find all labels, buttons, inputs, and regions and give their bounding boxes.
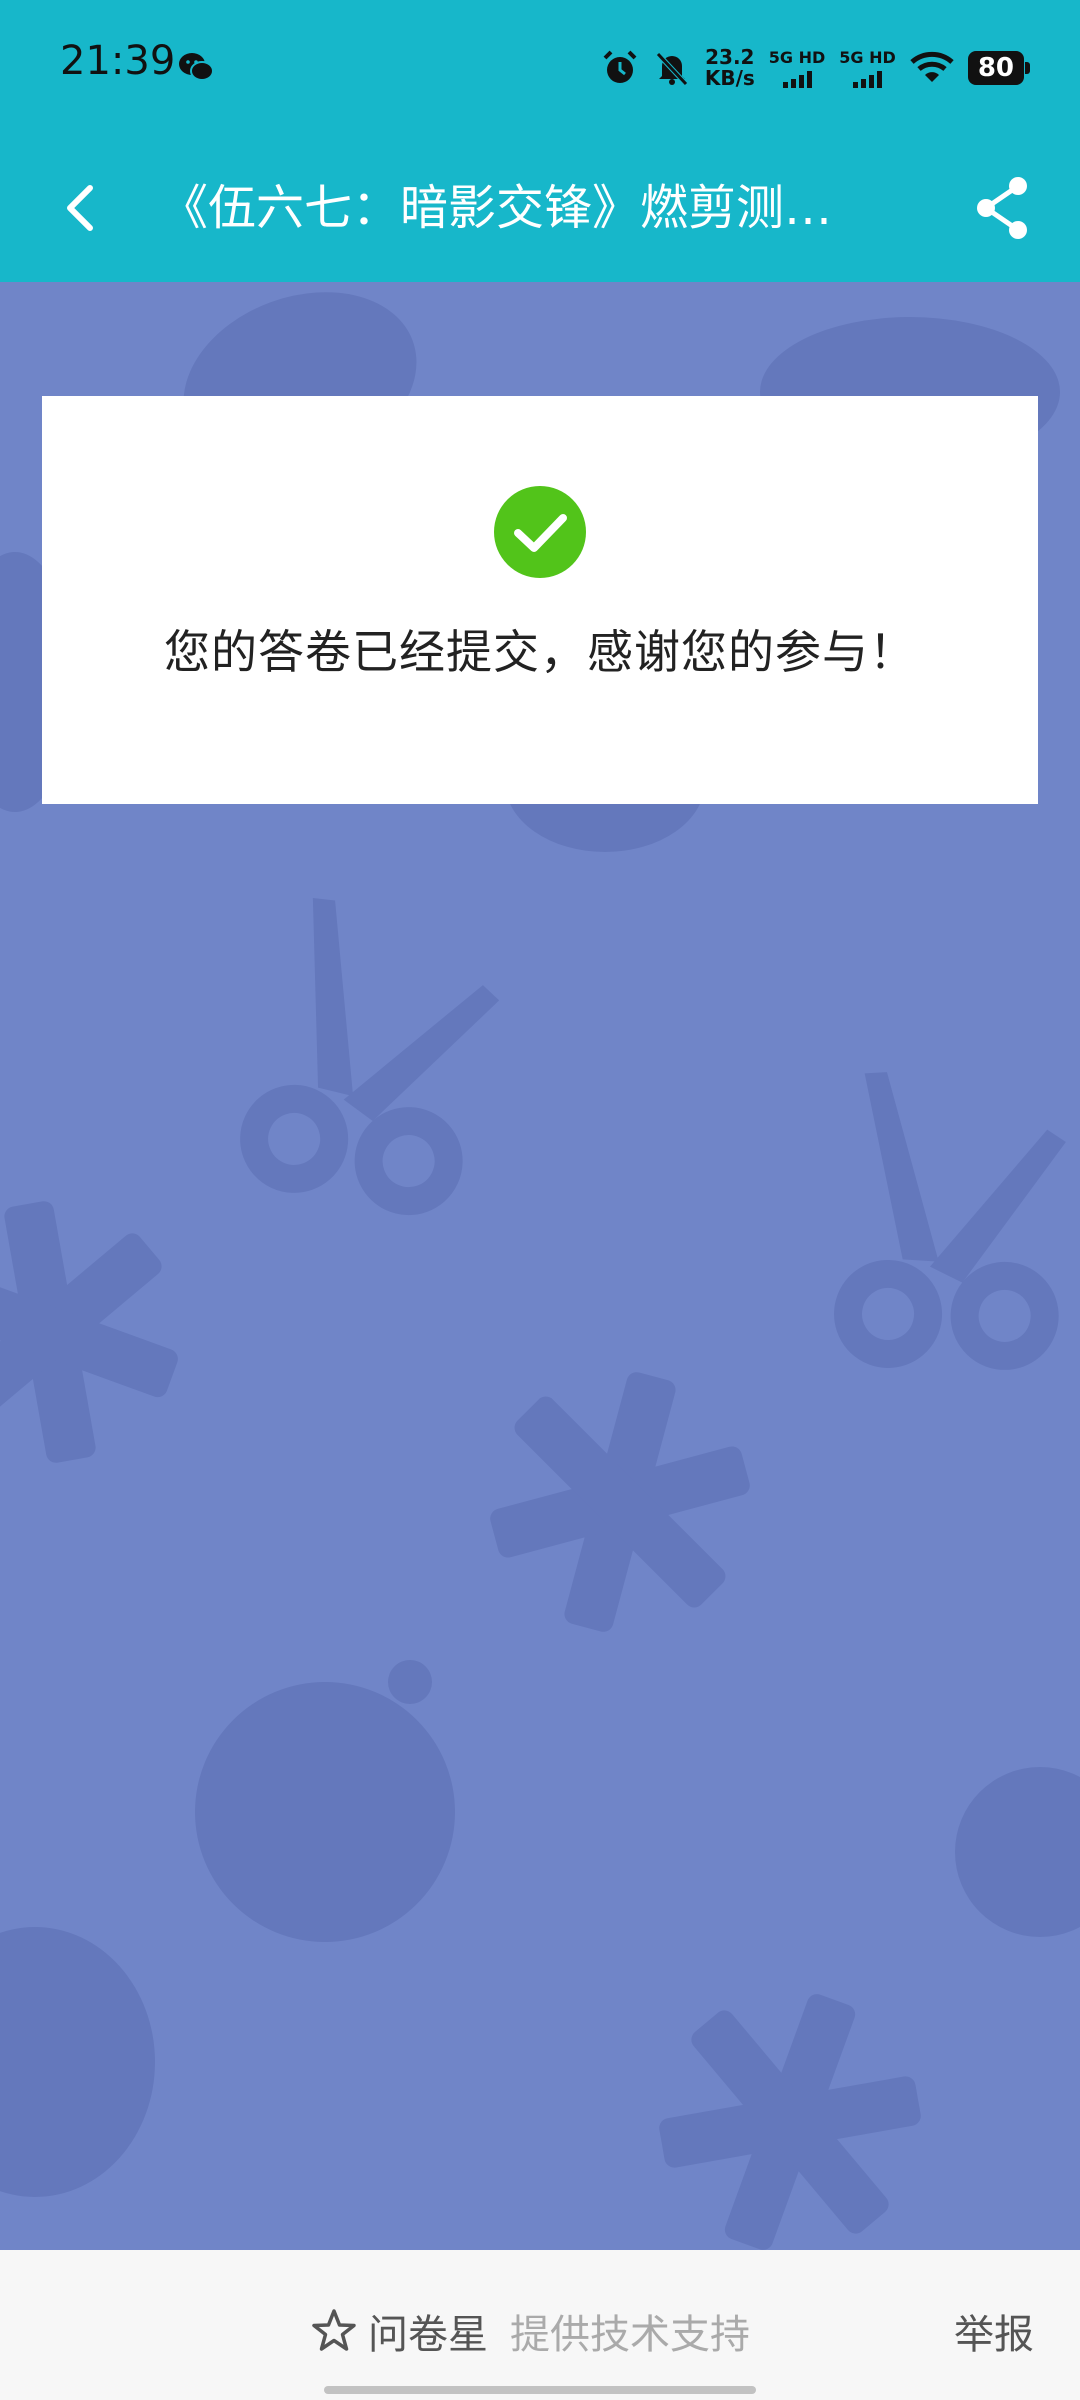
- app-bar: 《伍六七：暗影交锋》燃剪测…: [0, 135, 1080, 282]
- report-link[interactable]: 举报: [954, 2302, 1034, 2360]
- net-speed-unit: KB/s: [704, 66, 755, 90]
- wifi-icon: [910, 51, 954, 82]
- brand-name: 问卷星: [368, 2312, 488, 2358]
- star-decoration: [490, 1372, 750, 1632]
- check-circle-icon: [494, 486, 586, 578]
- star-decoration: [659, 1994, 921, 2250]
- sim2-signal: 5G HD: [839, 48, 896, 88]
- submission-result-card: 您的答卷已经提交，感谢您的参与！: [42, 396, 1038, 804]
- star-decoration: [0, 1201, 178, 1463]
- brand-tagline: 提供技术支持: [510, 2312, 750, 2358]
- brand-credit[interactable]: 问卷星 提供技术支持: [310, 2302, 750, 2360]
- net-speed: 23.2 KB/s: [705, 47, 755, 89]
- scissors-decoration: [834, 1072, 1066, 1370]
- battery-indicator: 80: [967, 51, 1031, 85]
- sim2-label: 5G HD: [839, 48, 896, 67]
- back-button[interactable]: [50, 170, 110, 246]
- scissors-decoration: [240, 897, 500, 1216]
- status-time: 21:39: [60, 38, 176, 84]
- success-message: 您的答卷已经提交，感谢您的参与！: [164, 625, 916, 679]
- net-speed-value: 23.2: [705, 45, 755, 69]
- signal-bars-icon: [782, 70, 812, 88]
- home-indicator[interactable]: [324, 2386, 756, 2394]
- signal-bars-icon: [853, 70, 883, 88]
- page-title: 《伍六七：暗影交锋》燃剪测…: [160, 180, 833, 236]
- status-bar: 21:39 23.2 KB/s 5G HD 5G HD 80: [0, 0, 1080, 135]
- sim1-signal: 5G HD: [768, 48, 826, 88]
- share-button[interactable]: [970, 168, 1034, 248]
- footer: 问卷星 提供技术支持 举报: [0, 2250, 1080, 2400]
- star-icon: [312, 2309, 356, 2351]
- alarm-icon: [603, 50, 637, 83]
- sim1-label: 5G HD: [768, 48, 826, 67]
- mute-icon: [656, 52, 688, 86]
- status-indicators: 23.2 KB/s 5G HD 5G HD 80: [601, 36, 1031, 100]
- wechat-icon: [179, 53, 214, 81]
